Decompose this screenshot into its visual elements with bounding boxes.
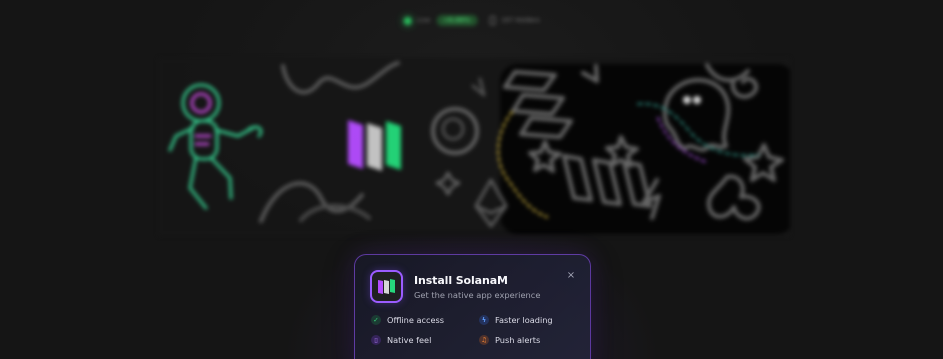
install-app-modal: Install SolanaM Get the native app exper… <box>354 254 591 359</box>
holders-icon <box>489 16 496 25</box>
feature-faster-loading: ϟ Faster loading <box>479 315 553 325</box>
lightning-icon: ϟ <box>479 315 489 325</box>
price-change-badge: +0.00% <box>436 15 478 26</box>
feature-label: Push alerts <box>495 335 541 345</box>
astronaut-icon <box>168 83 263 210</box>
holders-label: 167 Holders <box>501 17 540 24</box>
app-window: Live +0.00% 167 Holders Install SolanaM … <box>0 0 943 359</box>
bell-icon: ♫ <box>479 335 489 345</box>
solana-logo-icon <box>377 278 395 294</box>
top-stats: Live +0.00% 167 Holders <box>403 15 540 26</box>
live-label: Live <box>417 17 431 24</box>
feature-label: Faster loading <box>495 315 553 325</box>
check-icon: ✓ <box>371 315 381 325</box>
phone-icon: ▯ <box>371 335 381 345</box>
feature-label: Offline access <box>387 315 445 325</box>
feature-label: Native feel <box>387 335 432 345</box>
live-dot-icon <box>403 16 412 25</box>
doodle-artwork <box>168 61 784 228</box>
hero-illustration <box>158 58 790 236</box>
holders-stat: 167 Holders <box>489 16 540 25</box>
close-icon: × <box>566 269 576 281</box>
feature-offline-access: ✓ Offline access <box>371 315 444 325</box>
close-button[interactable]: × <box>565 269 577 281</box>
install-subtitle: Get the native app experience <box>414 290 541 300</box>
solanam-app-icon <box>370 270 403 303</box>
feature-push-alerts: ♫ Push alerts <box>479 335 540 345</box>
install-title: Install SolanaM <box>414 274 508 287</box>
feature-native-feel: ▯ Native feel <box>371 335 431 345</box>
live-status: Live +0.00% <box>403 15 478 26</box>
solana-logo-icon <box>348 120 401 171</box>
